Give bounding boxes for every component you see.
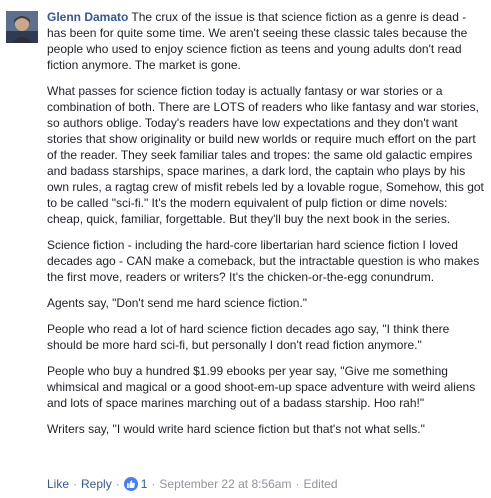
comment-paragraph: Agents say, "Don't send me hard science … — [47, 296, 308, 310]
author-name[interactable]: Glenn Damato — [47, 10, 128, 24]
comment-actions: Like · Reply · 1 · September 22 at 8:56a… — [47, 476, 338, 492]
separator: · — [151, 477, 156, 491]
comment-paragraph: People who read a lot of hard science fi… — [47, 322, 450, 352]
comment-body: Glenn Damato The crux of the issue is tha… — [47, 9, 485, 447]
comment-paragraph: Writers say, "I would write hard science… — [47, 422, 425, 436]
comment-paragraph: Science fiction - including the hard-cor… — [47, 238, 480, 284]
reply-link[interactable]: Reply — [81, 476, 112, 492]
reaction-count[interactable]: 1 — [141, 476, 148, 492]
edited-label[interactable]: Edited — [303, 476, 337, 492]
separator: · — [295, 477, 300, 491]
comment-paragraph: What passes for science fiction today is… — [47, 84, 484, 226]
comment: Glenn Damato The crux of the issue is tha… — [0, 0, 491, 498]
avatar-photo — [6, 11, 38, 43]
separator: · — [115, 477, 120, 491]
separator: · — [73, 477, 78, 491]
comment-paragraph: Glenn Damato The crux of the issue is tha… — [47, 9, 485, 73]
comment-paragraph: People who buy a hundred $1.99 ebooks pe… — [47, 364, 476, 410]
like-link[interactable]: Like — [47, 476, 69, 492]
avatar[interactable] — [6, 11, 38, 43]
timestamp[interactable]: September 22 at 8:56am — [159, 476, 291, 492]
thumbs-up-icon[interactable] — [123, 477, 138, 491]
